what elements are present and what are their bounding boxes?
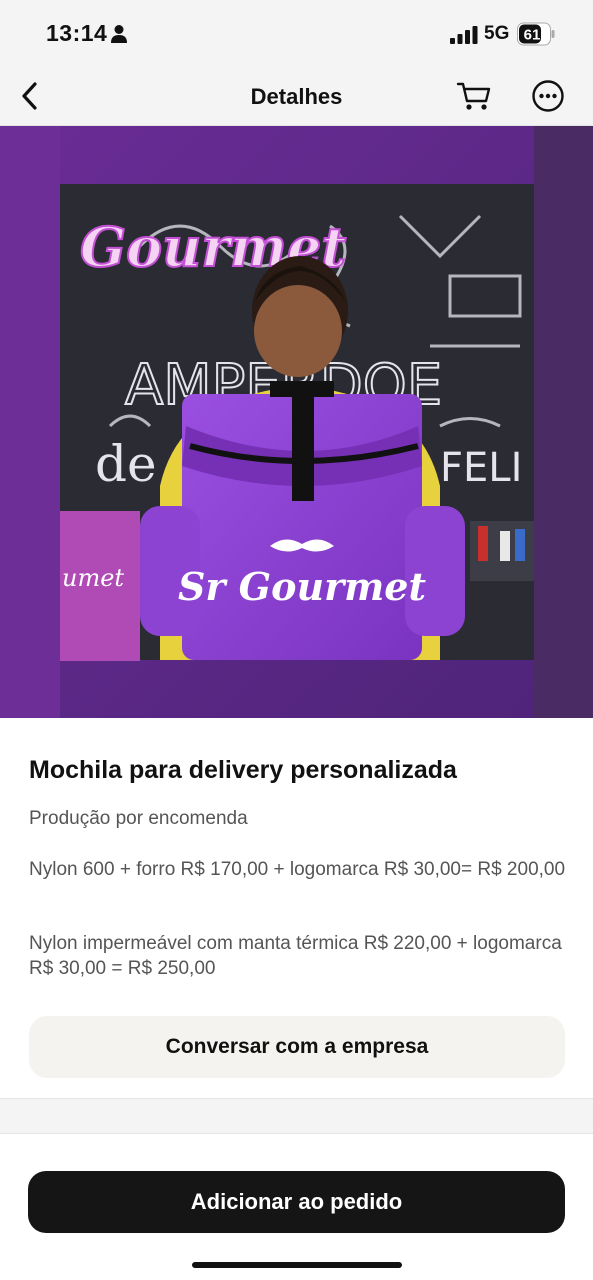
section-divider: [0, 1098, 593, 1134]
product-title: Mochila para delivery personalizada: [29, 756, 457, 784]
nav-bar: Detalhes: [0, 68, 593, 126]
add-to-order-button[interactable]: Adicionar ao pedido: [28, 1171, 565, 1233]
home-indicator: [192, 1262, 402, 1268]
chat-with-company-button[interactable]: Conversar com a empresa: [29, 1016, 565, 1078]
network-label: 5G: [484, 23, 510, 44]
cart-icon: [456, 82, 491, 110]
image-text-feli: FELI: [440, 445, 522, 491]
cart-button[interactable]: [452, 76, 496, 116]
product-subtitle: Produção por encomenda: [29, 808, 248, 829]
product-description-1: Nylon 600 + forro R$ 170,00 + logomarca …: [29, 859, 566, 880]
status-bar: 13:14 5G 61: [0, 0, 593, 68]
page-title: Detalhes: [250, 84, 343, 109]
person-icon: [111, 25, 127, 43]
status-time: 13:14: [46, 20, 108, 46]
more-horizontal-icon: [532, 80, 564, 112]
image-text-de: de: [95, 435, 157, 493]
battery-level: 61: [524, 27, 541, 44]
image-text-shirt: umet: [62, 564, 124, 592]
product-image: Gourmet AMPERDOE de FELI umet Sr Gourmet: [0, 126, 593, 718]
image-text-bag-logo: Sr Gourmet: [178, 564, 427, 609]
product-description-2: Nylon impermeável com manta térmica R$ 2…: [29, 933, 562, 979]
battery-icon: 61: [517, 22, 555, 46]
product-photo: Gourmet AMPERDOE de FELI umet Sr Gourmet: [0, 126, 593, 718]
more-button[interactable]: [526, 76, 570, 116]
signal-icon: [450, 26, 478, 44]
